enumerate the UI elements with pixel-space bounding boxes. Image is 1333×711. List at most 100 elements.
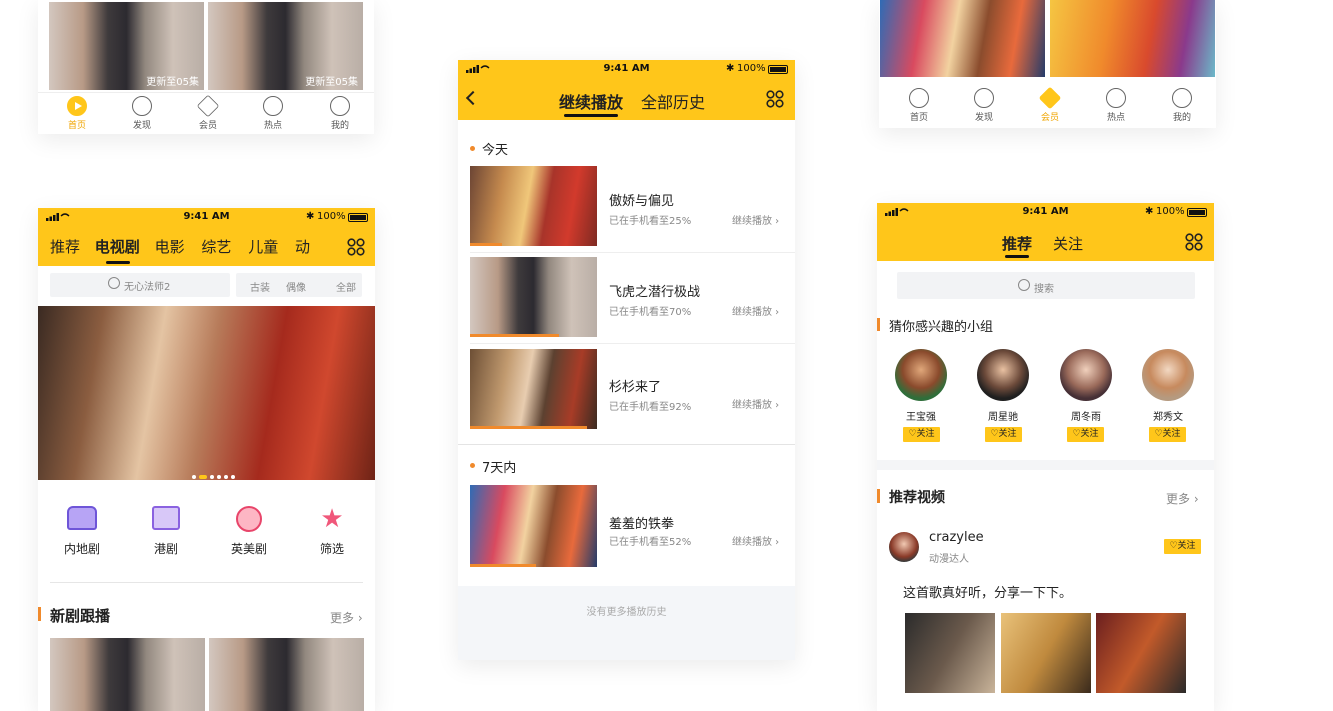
tab-home[interactable]: 首页 [899,88,939,123]
follow-button[interactable]: ♡关注 [985,427,1022,442]
banner[interactable] [38,306,375,480]
back-icon[interactable] [465,90,481,106]
home-play-icon [67,96,87,116]
drama-thumb[interactable] [209,638,364,711]
tab-hot[interactable]: 热点 [253,96,293,131]
user-icon [330,96,350,116]
episode-badge: 更新至05集 [305,77,358,88]
post-image[interactable] [905,613,995,693]
tab-vip[interactable]: 会员 [188,94,228,131]
group-dot [470,146,475,151]
follow-button[interactable]: ♡关注 [1067,427,1104,442]
post-username[interactable]: crazylee [929,530,984,545]
filter-costume[interactable]: 古装 [250,279,270,294]
avatar[interactable] [1142,349,1194,401]
bluetooth-icon: ✱ [306,211,315,222]
follow-button[interactable]: ♡关注 [1164,539,1201,554]
category-mainland[interactable]: 内地剧 [58,506,106,557]
history-item[interactable]: 杉杉来了 已在手机看至92% 继续播放 › [458,349,795,431]
footer: 没有更多播放历史 [458,586,795,660]
tab-discover[interactable]: 发现 [964,88,1004,123]
category-filter[interactable]: ★ 筛选 [308,506,356,557]
history-item[interactable]: 羞羞的铁拳 已在手机看至52% 继续播放 › [458,485,795,567]
tab-home[interactable]: 首页 [57,96,97,131]
tab-me[interactable]: 我的 [1162,88,1202,123]
search-input[interactable]: 无心法师2 [50,273,230,297]
group-title: 今天 [482,143,509,158]
post-image[interactable] [1001,613,1091,693]
more-link[interactable]: 更多 › [1166,490,1199,507]
tab-variety[interactable]: 综艺 [201,238,231,256]
tab-movie[interactable]: 电影 [155,238,185,256]
tab-vip[interactable]: 会员 [1030,86,1070,123]
active-tab-underline [1005,255,1029,258]
post-image[interactable] [1096,613,1186,693]
movie-thumb[interactable] [1050,0,1215,77]
grid-menu-icon[interactable] [347,238,365,256]
avatar[interactable] [895,349,947,401]
header: 9:41 AM ✱ 100% 继续播放 全部历史 [458,60,795,120]
active-tab-underline [564,114,618,117]
battery-icon [768,65,788,74]
follow-button[interactable]: ♡关注 [1149,427,1186,442]
tab-continue[interactable]: 继续播放 [559,89,623,113]
drama-thumb[interactable]: 更新至05集 [49,2,204,90]
bluetooth-icon: ✱ [726,63,735,74]
history-item[interactable]: 飞虎之潜行极战 已在手机看至70% 继续播放 › [458,257,795,339]
progress-bar [470,426,587,429]
follow-button[interactable]: ♡关注 [903,427,940,442]
continue-play-button[interactable]: 继续播放 › [732,396,779,411]
star-filter-icon: ★ [320,504,344,534]
more-link[interactable]: 更多 › [330,609,363,626]
tab-me[interactable]: 我的 [320,96,360,131]
diamond-icon [196,94,220,118]
tabbar: 首页 发现 会员 热点 我的 [38,92,374,134]
avatar[interactable] [1060,349,1112,401]
compass-icon [974,88,994,108]
card-history: 9:41 AM ✱ 100% 继续播放 全部历史 今天 傲娇与偏见 已在手机看至… [458,60,795,660]
tab-hot[interactable]: 热点 [1096,88,1136,123]
divider [50,582,363,583]
category-us-uk[interactable]: 英美剧 [225,506,273,557]
grid-menu-icon[interactable] [1185,233,1203,251]
grid-menu-icon[interactable] [766,90,784,108]
avatar[interactable] [977,349,1029,401]
history-item[interactable]: 傲娇与偏见 已在手机看至25% 继续播放 › [458,166,795,248]
history-progress: 已在手机看至52% [609,537,692,548]
tab-following[interactable]: 关注 [1053,233,1083,254]
person-card: 王宝强 [895,349,947,423]
section-marker [877,489,880,503]
tab-tv[interactable]: 电视剧 [95,238,140,256]
active-tab-underline [106,261,130,264]
history-title: 傲娇与偏见 [609,194,675,209]
drama-thumb[interactable] [50,638,205,711]
drama-thumb[interactable]: 更新至05集 [208,2,363,90]
header: 9:41 AM ✱ 100% 推荐 关注 [877,203,1214,261]
tab-discover[interactable]: 发现 [122,96,162,131]
tab-all-history[interactable]: 全部历史 [641,89,705,113]
tv-icon [152,506,180,530]
heart-icon: ♡ [1154,429,1163,439]
history-thumb [470,257,597,337]
history-progress: 已在手机看至25% [609,216,692,227]
heart-icon: ♡ [990,429,999,439]
avatar[interactable] [889,532,919,562]
search-input[interactable]: 搜索 [897,272,1195,299]
tab-anime[interactable]: 动 [295,238,310,256]
tab-kids[interactable]: 儿童 [248,238,278,256]
movie-thumb[interactable] [880,0,1045,77]
film-reel-icon [236,506,262,532]
continue-play-button[interactable]: 继续播放 › [732,533,779,548]
history-thumb [470,349,597,429]
tab-recommend[interactable]: 推荐 [50,238,80,256]
continue-play-button[interactable]: 继续播放 › [732,303,779,318]
filter-idol[interactable]: 偶像 [286,279,306,294]
sofa-icon [67,506,97,530]
search-icon [1018,279,1030,291]
continue-play-button[interactable]: 继续播放 › [732,212,779,227]
tabbar: 首页 发现 会员 热点 我的 [879,84,1216,128]
divider [470,252,795,253]
category-hk[interactable]: 港剧 [142,506,190,557]
filter-all[interactable]: 全部 [336,279,356,294]
tab-recommend[interactable]: 推荐 [1002,233,1032,254]
